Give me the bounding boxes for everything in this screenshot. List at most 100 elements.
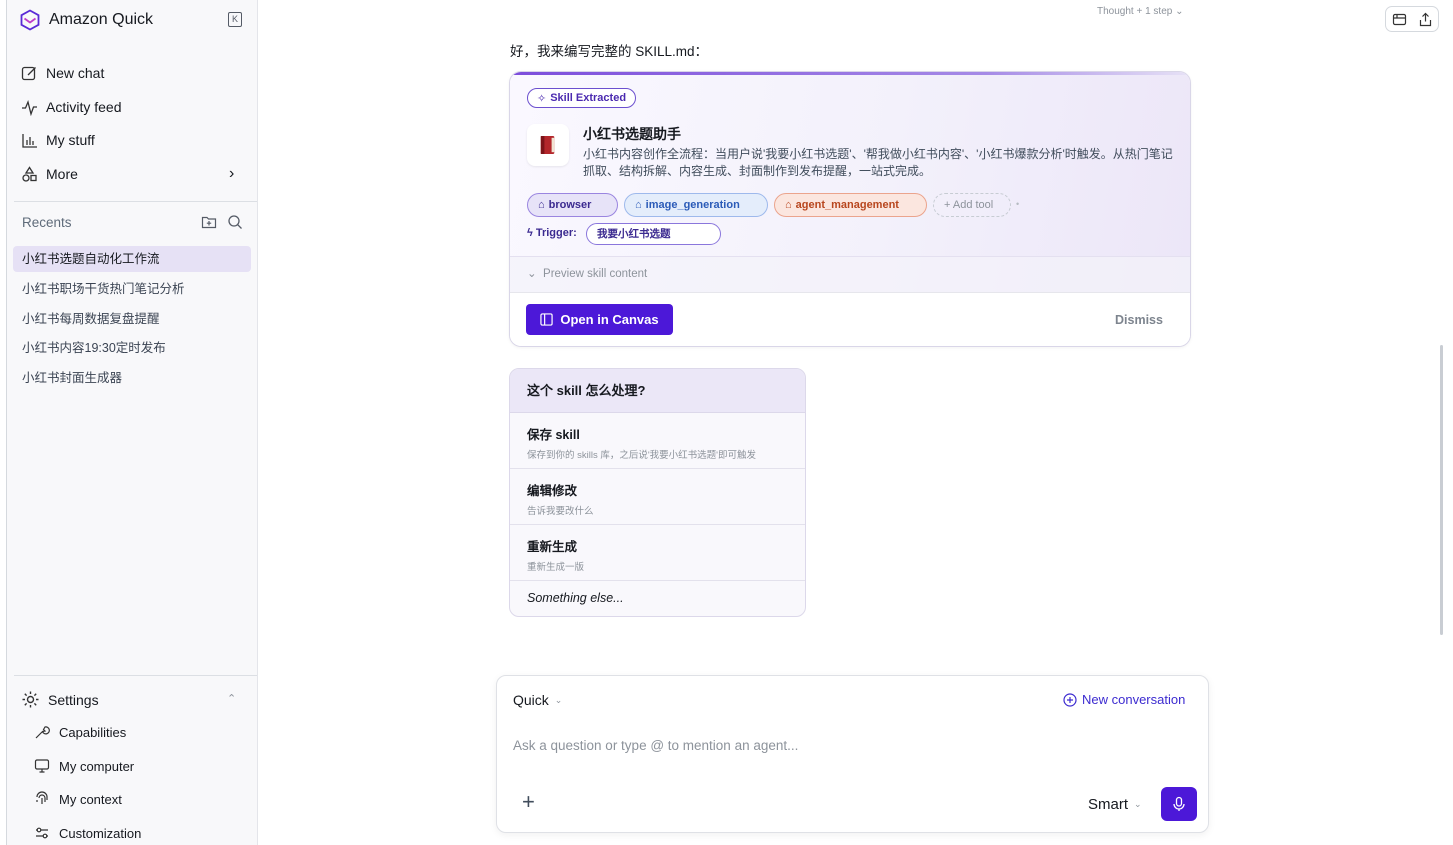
choice-option-subtitle: 保存到你的 skills 库，之后说'我要小红书选题'即可触发 bbox=[527, 450, 756, 461]
chevron-right-icon: › bbox=[229, 165, 235, 182]
capabilities-item[interactable]: Capabilities bbox=[34, 724, 126, 740]
scrollbar[interactable] bbox=[1440, 345, 1443, 635]
thought-label: Thought + 1 step bbox=[1097, 6, 1173, 17]
open-in-canvas-button[interactable]: Open in Canvas bbox=[526, 304, 673, 335]
my-stuff-label: My stuff bbox=[46, 132, 95, 148]
skill-description: 小红书内容创作全流程：当用户说'我要小红书选题'、'帮我做小红书内容'、'小红书… bbox=[583, 147, 1173, 178]
open-in-canvas-label: Open in Canvas bbox=[560, 312, 659, 327]
monitor-icon bbox=[34, 759, 50, 773]
edit-icon bbox=[21, 66, 36, 80]
collapse-sidebar-icon[interactable]: K bbox=[228, 12, 242, 27]
tool-chip-browser[interactable]: ⌂ browser bbox=[527, 193, 618, 217]
composer: Quick ⌄ New conversation + Smart ⌄ bbox=[496, 675, 1209, 833]
new-chat-button[interactable]: New chat bbox=[21, 62, 104, 84]
panel-icon[interactable] bbox=[1392, 12, 1407, 27]
model-label: Smart bbox=[1088, 796, 1129, 813]
brand[interactable]: Amazon Quick bbox=[19, 9, 153, 31]
activity-feed-button[interactable]: Activity feed bbox=[21, 96, 121, 118]
choice-card: 这个 skill 怎么处理? 保存 skill 保存到你的 skills 库，之… bbox=[509, 368, 806, 617]
briefcase-icon: ⌂ bbox=[635, 199, 642, 211]
choice-option-subtitle: 告诉我要改什么 bbox=[527, 506, 594, 517]
recent-item[interactable]: 小红书职场干货热门笔记分析 bbox=[13, 276, 251, 302]
wrench-icon bbox=[35, 726, 50, 739]
recents-actions bbox=[201, 214, 243, 230]
shapes-icon bbox=[22, 165, 37, 182]
preview-skill-toggle[interactable]: ⌄ Preview skill content bbox=[510, 256, 1190, 292]
my-computer-item[interactable]: My computer bbox=[34, 758, 134, 774]
skill-card-accent bbox=[510, 72, 1190, 75]
dot-separator: • bbox=[1016, 199, 1020, 209]
settings-label: Settings bbox=[48, 691, 99, 708]
dismiss-button[interactable]: Dismiss bbox=[1115, 313, 1163, 327]
trigger-value[interactable]: 我要小红书选题 bbox=[586, 223, 721, 245]
bar-chart-icon bbox=[22, 133, 37, 148]
canvas-icon bbox=[540, 313, 554, 326]
recent-item[interactable]: 小红书内容19:30定时发布 bbox=[13, 335, 251, 361]
my-context-item[interactable]: My context bbox=[34, 791, 122, 807]
more-label: More bbox=[46, 166, 78, 182]
amazon-quick-logo-icon bbox=[20, 9, 40, 31]
recent-item[interactable]: 小红书选题自动化工作流 bbox=[13, 246, 251, 272]
choice-option-edit[interactable]: 编辑修改 告诉我要改什么 bbox=[510, 469, 805, 525]
my-computer-label: My computer bbox=[59, 758, 135, 774]
new-folder-icon[interactable] bbox=[201, 214, 217, 230]
customization-item[interactable]: Customization bbox=[34, 825, 141, 841]
tool-chip-agent-management[interactable]: ⌂ agent_management bbox=[774, 193, 927, 217]
brand-name: Amazon Quick bbox=[49, 11, 154, 28]
add-tool-button[interactable]: + Add tool bbox=[933, 193, 1011, 217]
activity-icon bbox=[22, 99, 37, 116]
chevron-down-icon: ⌄ bbox=[554, 694, 563, 705]
settings-button[interactable]: Settings bbox=[21, 690, 99, 709]
new-conversation-button[interactable]: New conversation bbox=[1063, 692, 1185, 707]
new-chat-label: New chat bbox=[46, 65, 105, 81]
briefcase-icon: ⌂ bbox=[538, 199, 545, 211]
assistant-message: 好，我来编写完整的 SKILL.md： bbox=[510, 44, 709, 59]
mode-label: Quick bbox=[513, 692, 549, 708]
prompt-input[interactable] bbox=[513, 738, 1113, 753]
attach-plus-icon[interactable]: + bbox=[522, 791, 535, 813]
choice-question: 这个 skill 怎么处理? bbox=[510, 369, 805, 413]
search-icon[interactable] bbox=[227, 214, 243, 230]
preview-label: Preview skill content bbox=[543, 268, 648, 280]
mode-selector[interactable]: Quick ⌄ bbox=[513, 692, 562, 708]
my-stuff-button[interactable]: My stuff bbox=[21, 129, 95, 151]
choice-option-regenerate[interactable]: 重新生成 重新生成一版 bbox=[510, 525, 805, 581]
sliders-icon bbox=[36, 827, 48, 839]
tool-chip-image-generation[interactable]: ⌂ image_generation bbox=[624, 193, 768, 217]
share-icon[interactable] bbox=[1418, 12, 1433, 27]
choice-option-something-else[interactable]: Something else... bbox=[510, 581, 805, 616]
microphone-button[interactable] bbox=[1161, 787, 1197, 821]
choice-option-title: 保存 skill bbox=[527, 428, 580, 442]
model-selector[interactable]: Smart ⌄ bbox=[1088, 796, 1142, 813]
skill-extracted-badge: ✧ Skill Extracted bbox=[527, 88, 637, 108]
choice-option-title: 编辑修改 bbox=[527, 484, 578, 498]
fingerprint-icon bbox=[36, 791, 48, 804]
choice-option-subtitle: 重新生成一版 bbox=[527, 562, 585, 573]
sidebar-divider bbox=[14, 675, 257, 676]
skill-extracted-label: Skill Extracted bbox=[550, 92, 627, 104]
more-button[interactable]: More bbox=[21, 163, 78, 185]
chevron-down-icon: ⌄ bbox=[1175, 6, 1184, 17]
briefcase-icon: ⌂ bbox=[785, 199, 792, 211]
capabilities-label: Capabilities bbox=[59, 724, 127, 740]
gear-icon bbox=[22, 691, 39, 708]
customization-label: Customization bbox=[59, 825, 142, 841]
sidebar: Amazon Quick K New chat Activity feed My… bbox=[7, 0, 258, 845]
recents-label: Recents bbox=[22, 215, 72, 230]
skill-card-footer: Open in Canvas Dismiss bbox=[510, 292, 1190, 346]
sparkle-icon: ✧ bbox=[537, 92, 547, 105]
choice-option-save[interactable]: 保存 skill 保存到你的 skills 库，之后说'我要小红书选题'即可触发 bbox=[510, 413, 805, 469]
book-icon bbox=[527, 124, 569, 166]
recent-item[interactable]: 小红书封面生成器 bbox=[13, 365, 251, 391]
chevron-down-icon: ⌄ bbox=[527, 268, 537, 280]
tool-label: agent_management bbox=[795, 199, 899, 211]
choice-option-title: 重新生成 bbox=[527, 540, 578, 554]
chevron-up-icon[interactable]: ⌃ bbox=[227, 692, 236, 705]
thought-steps-toggle[interactable]: Thought + 1 step ⌄ bbox=[1097, 6, 1184, 17]
recent-item[interactable]: 小红书每周数据复盘提醒 bbox=[13, 306, 251, 332]
chevron-down-icon: ⌄ bbox=[1134, 799, 1142, 809]
microphone-icon bbox=[1173, 796, 1185, 811]
trigger-label: ϟ Trigger: bbox=[527, 227, 577, 239]
my-context-label: My context bbox=[59, 791, 122, 807]
lightning-icon: ϟ bbox=[527, 227, 533, 239]
